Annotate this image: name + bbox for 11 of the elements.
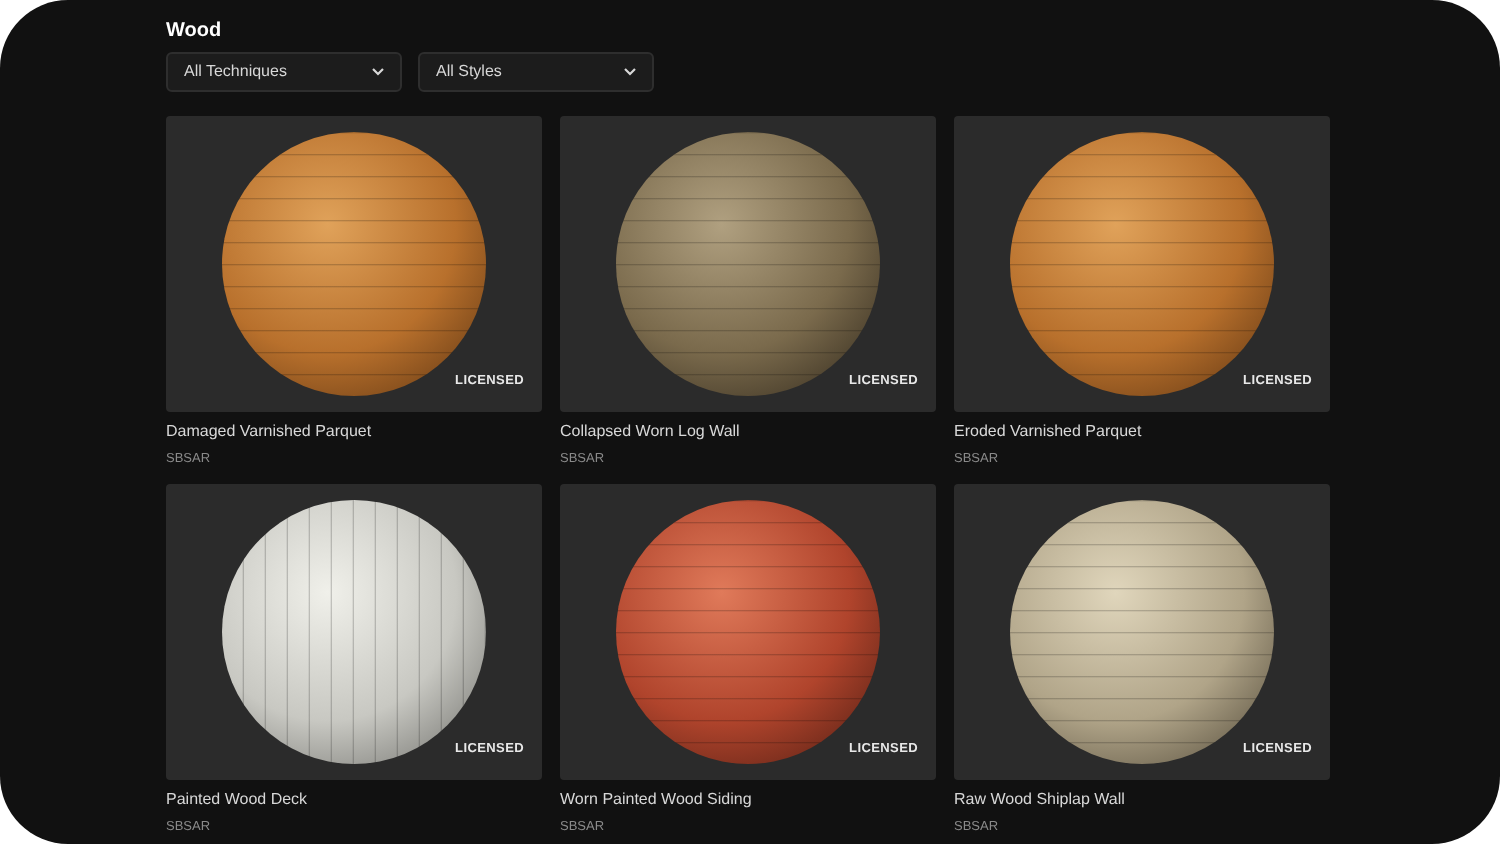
material-title: Painted Wood Deck bbox=[166, 788, 310, 812]
material-title: Worn Painted Wood Siding bbox=[560, 788, 754, 812]
chevron-down-icon bbox=[372, 68, 384, 76]
filter-dropdown[interactable]: All Styles bbox=[418, 52, 654, 92]
material-title: Eroded Varnished Parquet bbox=[954, 420, 1144, 444]
material-title: Damaged Varnished Parquet bbox=[166, 420, 374, 444]
material-title: Raw Wood Shiplap Wall bbox=[954, 788, 1127, 812]
filter-dropdown[interactable]: All Techniques bbox=[166, 52, 402, 92]
material-title: Collapsed Worn Log Wall bbox=[560, 420, 742, 444]
section-heading: Wood bbox=[166, 18, 224, 46]
chevron-down-icon bbox=[624, 68, 636, 76]
